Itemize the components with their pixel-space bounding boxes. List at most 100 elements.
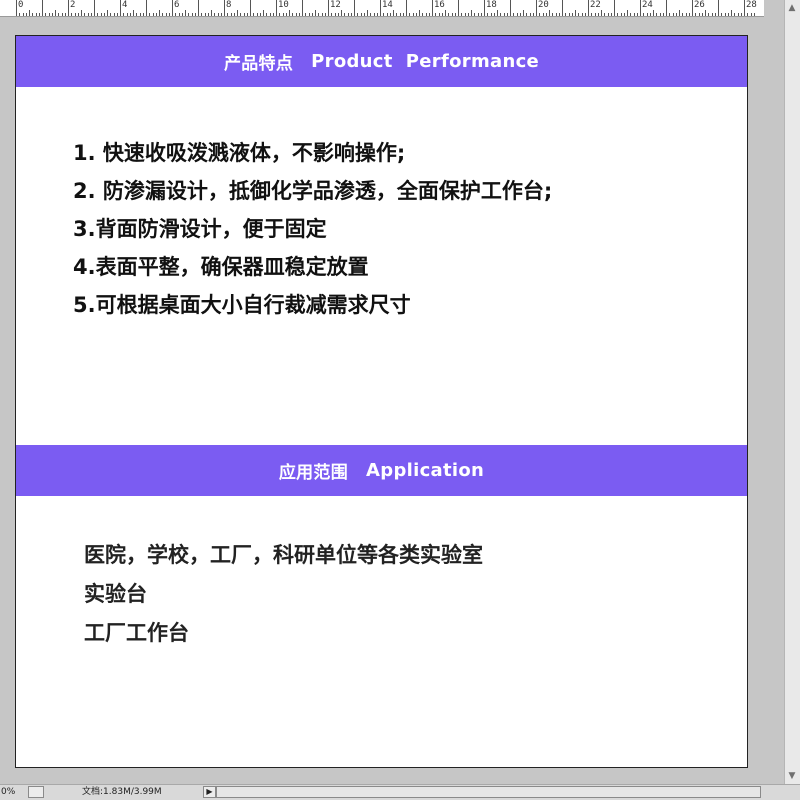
scroll-up-icon[interactable]: ▲ [787,2,797,14]
product-performance-banner: 产品特点 Product Performance [16,36,747,87]
ruler-tick [113,13,115,16]
ruler-label: 20 [538,0,549,10]
ruler-tick [376,13,378,16]
ruler-tick [753,13,755,16]
ruler-tick [594,13,596,16]
ruler-tick [467,13,469,16]
ruler-tick [510,0,511,16]
ruler-label: 12 [330,0,341,10]
ruler-tick [734,13,736,16]
ruler-tick [373,13,375,16]
ruler-tick [263,10,264,16]
vertical-scrollbar[interactable]: ▲ ▼ [784,0,800,784]
ruler-tick [19,13,21,16]
ruler-tick [536,0,537,16]
ruler-tick [38,13,40,16]
scroll-down-icon[interactable]: ▼ [787,770,797,782]
horizontal-scrollbar[interactable] [216,786,761,798]
ruler-tick [94,0,95,16]
ruler-tick [168,13,170,16]
ruler-tick [256,13,258,16]
ruler-tick [126,13,128,16]
banner-title-cn: 产品特点 [223,54,294,74]
ruler-tick [422,13,424,16]
feature-item: 2. 防渗漏设计，抵御化学品渗透，全面保护工作台; [73,179,553,203]
application-item: 实验台 [84,582,147,606]
ruler-tick [519,13,521,16]
feature-item: 5.可根据桌面大小自行裁减需求尺寸 [73,293,411,317]
ruler-label: 18 [486,0,497,10]
ruler-tick [737,13,739,16]
zoom-level[interactable]: 0% [1,785,15,799]
ruler-tick [243,13,245,16]
ruler-tick [272,13,274,16]
ruler-tick [71,13,73,16]
ruler-tick [224,0,225,16]
ruler-label: 14 [382,0,393,10]
ruler-label: 16 [434,0,445,10]
ruler-tick [217,13,219,16]
ruler-tick [64,13,66,16]
ruler-tick [324,13,326,16]
ruler-tick [337,13,339,16]
ruler-tick [708,13,710,16]
document-canvas: 产品特点 Product Performance 1. 快速收吸泼溅液体，不影响… [15,35,748,768]
ruler-tick [672,13,674,16]
ruler-tick [282,13,284,16]
ruler-tick [45,13,47,16]
document-size: 文档:1.83M/3.99M [82,787,162,797]
ruler-tick [389,13,391,16]
ruler-label: 8 [226,0,232,10]
nav-right-icon[interactable]: ▶ [203,786,216,798]
ruler-tick [597,13,599,16]
ruler-tick [360,13,362,16]
ruler-tick [523,10,524,16]
ruler-tick [276,0,277,16]
ruler-tick [461,13,463,16]
ruler-tick [227,13,229,16]
ruler-tick [191,13,193,16]
ruler-tick [636,13,638,16]
ruler-tick [185,10,186,16]
ruler-tick [402,13,404,16]
ruler-tick [354,0,355,16]
ruler-tick [393,10,394,16]
ruler-tick [107,10,108,16]
ruler-tick [633,13,635,16]
ruler-tick [334,13,336,16]
ruler-tick [532,13,534,16]
ruler-tick [29,10,30,16]
banner-title-en: Application [366,460,485,481]
ruler-tick [614,0,615,16]
ruler-tick [656,13,658,16]
ruler-tick [441,13,443,16]
ruler-tick [685,13,687,16]
ruler-tick [396,13,398,16]
ruler-tick [669,13,671,16]
ruler-tick [568,13,570,16]
ruler-tick [152,13,154,16]
ruler-tick [549,10,550,16]
ruler-tick [727,13,729,16]
ruler-tick [662,13,664,16]
ruler-tick [311,13,313,16]
ruler-tick [246,13,248,16]
ruler-tick [471,10,472,16]
ruler-tick [146,0,147,16]
ruler-tick [97,13,99,16]
ruler-tick [347,13,349,16]
zoom-options-button[interactable] [28,786,44,798]
ruler-label: 4 [122,0,128,10]
ruler-tick [692,0,693,16]
ruler-tick [42,0,43,16]
ruler-tick [383,13,385,16]
ruler-tick [58,13,60,16]
ruler-tick [529,13,531,16]
workspace-margin [771,17,784,784]
ruler-tick [367,10,368,16]
ruler-tick [237,10,238,16]
ruler-tick [230,13,232,16]
ruler-label: 22 [590,0,601,10]
ruler-tick [133,10,134,16]
ruler-tick [204,13,206,16]
